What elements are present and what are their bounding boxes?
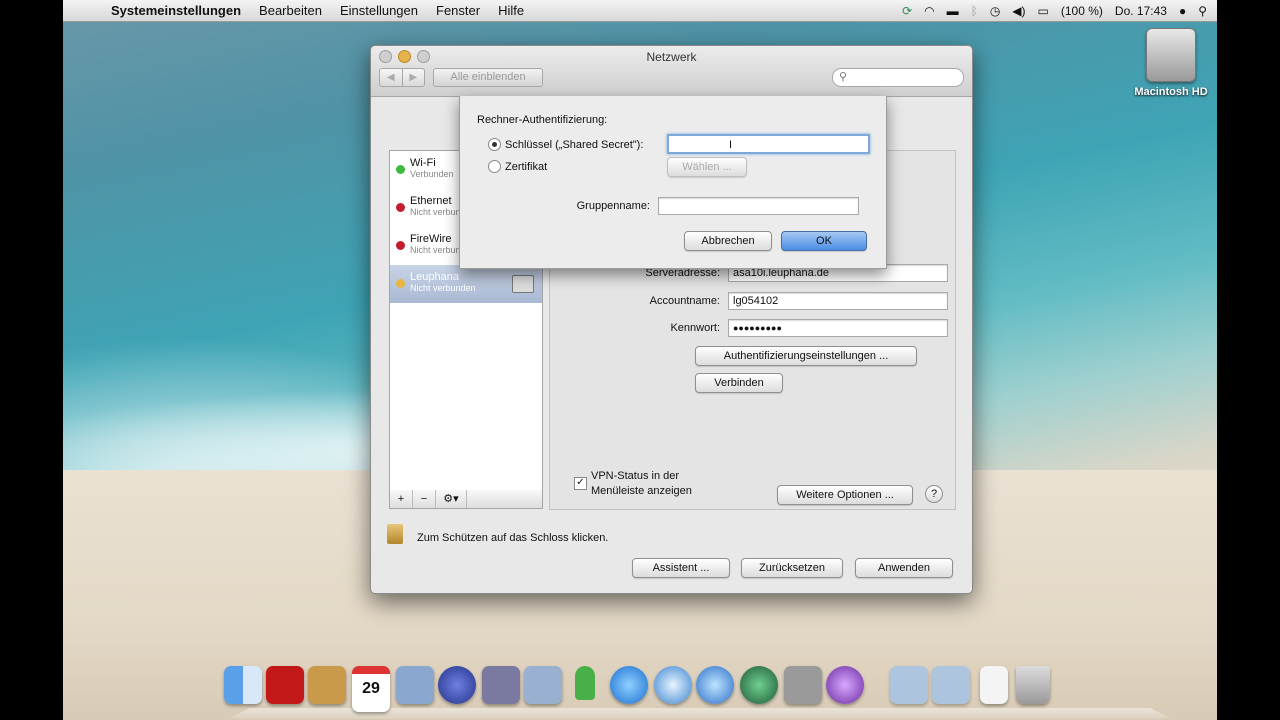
remove-service-button[interactable]: − bbox=[413, 490, 436, 508]
desktop: Systemeinstellungen Bearbeiten Einstellu… bbox=[63, 0, 1217, 720]
vpn-status-checkbox[interactable]: ✓ bbox=[574, 477, 587, 490]
menu-einstellungen[interactable]: Einstellungen bbox=[340, 3, 418, 18]
dock: 29 bbox=[224, 662, 1171, 720]
battery-icon[interactable]: ▭ bbox=[1038, 4, 1049, 18]
vpn-status-row: ✓ VPN-Status in der Menüleiste anzeigen bbox=[574, 469, 721, 499]
vpn-status-label: VPN-Status in der Menüleiste anzeigen bbox=[591, 470, 692, 497]
shared-secret-radio[interactable] bbox=[488, 138, 501, 151]
reset-button[interactable]: Zurücksetzen bbox=[741, 558, 843, 578]
spotlight-icon[interactable]: ⚲ bbox=[1198, 4, 1207, 18]
lock-hint: Zum Schützen auf das Schloss klicken. bbox=[417, 532, 609, 544]
shared-secret-input[interactable]: I bbox=[667, 134, 870, 154]
messages-icon[interactable] bbox=[566, 666, 604, 704]
sheet-heading: Rechner-Authentifizierung: bbox=[477, 114, 608, 126]
safari-icon[interactable] bbox=[654, 666, 692, 704]
bluetooth-icon[interactable]: ᛒ bbox=[971, 4, 978, 18]
itunes-icon[interactable] bbox=[610, 666, 648, 704]
keyboard-icon[interactable]: ▬ bbox=[947, 4, 959, 18]
menu-bar: Systemeinstellungen Bearbeiten Einstellu… bbox=[63, 0, 1217, 22]
certificate-row: Zertifikat bbox=[488, 160, 547, 173]
status-area: ⟳ ◠ ▬ ᛒ ◷ ◀) ▭ (100 %) Do. 17:43 ● ⚲ bbox=[902, 0, 1207, 21]
status-dot-icon bbox=[396, 241, 405, 250]
help-button[interactable]: ? bbox=[925, 485, 943, 503]
group-label: Gruppenname: bbox=[576, 200, 650, 212]
connect-button[interactable]: Verbinden bbox=[695, 373, 783, 393]
documents-folder-icon[interactable] bbox=[932, 666, 970, 704]
add-service-button[interactable]: + bbox=[390, 490, 413, 508]
show-all-button[interactable]: Alle einblenden bbox=[433, 68, 543, 87]
cancel-button[interactable]: Abbrechen bbox=[684, 231, 772, 251]
time-machine-icon[interactable] bbox=[740, 666, 778, 704]
gear-menu-button[interactable]: ⚙▾ bbox=[436, 490, 467, 508]
auth-sheet: Rechner-Authentifizierung: Schlüssel („S… bbox=[459, 96, 887, 269]
group-row: Gruppenname: bbox=[520, 197, 859, 215]
downloads-icon[interactable] bbox=[980, 666, 1008, 704]
user-icon[interactable]: ● bbox=[1179, 4, 1186, 18]
podcast-icon[interactable] bbox=[826, 666, 864, 704]
list-toolbar: + − ⚙▾ bbox=[389, 490, 543, 509]
system-prefs-icon[interactable] bbox=[784, 666, 822, 704]
forward-icon[interactable]: ▶ bbox=[403, 69, 425, 86]
menu-hilfe[interactable]: Hilfe bbox=[498, 3, 524, 18]
volume-icon[interactable]: ◀) bbox=[1012, 4, 1025, 18]
menu-app[interactable]: Systemeinstellungen bbox=[111, 3, 241, 18]
tweet-icon[interactable] bbox=[524, 666, 562, 704]
search-icon: ⚲ bbox=[839, 71, 848, 83]
applications-folder-icon[interactable] bbox=[890, 666, 928, 704]
status-dot-icon bbox=[396, 165, 405, 174]
account-field[interactable]: lg054102 bbox=[728, 292, 948, 310]
account-row: Accountname: lg054102 bbox=[590, 292, 948, 310]
certificate-radio[interactable] bbox=[488, 160, 501, 173]
calendar-day: 29 bbox=[362, 680, 380, 697]
auth-settings-button[interactable]: Authentifizierungseinstellungen ... bbox=[695, 346, 917, 366]
shared-secret-row: Schlüssel („Shared Secret"): bbox=[488, 138, 643, 151]
password-label: Kennwort: bbox=[670, 322, 720, 334]
account-label: Accountname: bbox=[649, 295, 720, 307]
lock-icon[interactable] bbox=[387, 524, 403, 544]
macintosh-hd[interactable]: Macintosh HD bbox=[1126, 28, 1216, 98]
script-editor-icon[interactable] bbox=[482, 666, 520, 704]
buddy-icon bbox=[575, 666, 595, 700]
menu-fenster[interactable]: Fenster bbox=[436, 3, 480, 18]
back-icon[interactable]: ◀ bbox=[380, 69, 403, 86]
more-options-button[interactable]: Weitere Optionen ... bbox=[777, 485, 913, 505]
preview-icon[interactable] bbox=[396, 666, 434, 704]
search-field[interactable]: ⚲ bbox=[832, 68, 964, 87]
wifi-icon[interactable]: ◠ bbox=[924, 4, 934, 18]
photo-booth-icon[interactable] bbox=[266, 666, 304, 704]
assistant-button[interactable]: Assistent ... bbox=[632, 558, 730, 578]
menu-bearbeiten[interactable]: Bearbeiten bbox=[259, 3, 322, 18]
nav-buttons: ◀ ▶ bbox=[379, 68, 425, 87]
network-window: Netzwerk ◀ ▶ Alle einblenden ⚲ Wi-Fi Ver… bbox=[370, 45, 973, 594]
service-leuphana[interactable]: Leuphana Nicht verbunden bbox=[390, 265, 542, 303]
status-dot-icon bbox=[396, 203, 405, 212]
certificate-label: Zertifikat bbox=[505, 160, 548, 173]
world-icon[interactable] bbox=[696, 666, 734, 704]
sync-icon[interactable]: ⟳ bbox=[902, 4, 912, 18]
ok-button[interactable]: OK bbox=[781, 231, 867, 251]
trash-icon[interactable] bbox=[1016, 666, 1050, 704]
apply-button[interactable]: Anwenden bbox=[855, 558, 953, 578]
password-row: Kennwort: ●●●●●●●●● bbox=[590, 319, 948, 337]
network-icon[interactable] bbox=[438, 666, 476, 704]
hd-label: Macintosh HD bbox=[1134, 86, 1208, 98]
battery-percent[interactable]: (100 %) bbox=[1061, 4, 1103, 18]
choose-certificate-button[interactable]: Wählen ... bbox=[667, 157, 747, 177]
vpn-lock-icon bbox=[512, 275, 534, 293]
group-field[interactable] bbox=[658, 197, 859, 215]
hard-drive-icon[interactable] bbox=[1146, 28, 1196, 82]
window-title: Netzwerk bbox=[646, 50, 697, 64]
text-cursor-icon: I bbox=[729, 139, 733, 151]
clock[interactable]: Do. 17:43 bbox=[1115, 4, 1167, 18]
ical-icon[interactable]: 29 bbox=[352, 666, 390, 712]
password-field[interactable]: ●●●●●●●●● bbox=[728, 319, 948, 337]
address-book-icon[interactable] bbox=[308, 666, 346, 704]
shared-secret-label: Schlüssel („Shared Secret"): bbox=[505, 138, 644, 151]
status-dot-icon bbox=[396, 279, 405, 288]
titlebar: Netzwerk ◀ ▶ Alle einblenden ⚲ bbox=[371, 46, 972, 97]
finder-icon[interactable] bbox=[224, 666, 262, 704]
time-machine-icon[interactable]: ◷ bbox=[990, 4, 1000, 18]
